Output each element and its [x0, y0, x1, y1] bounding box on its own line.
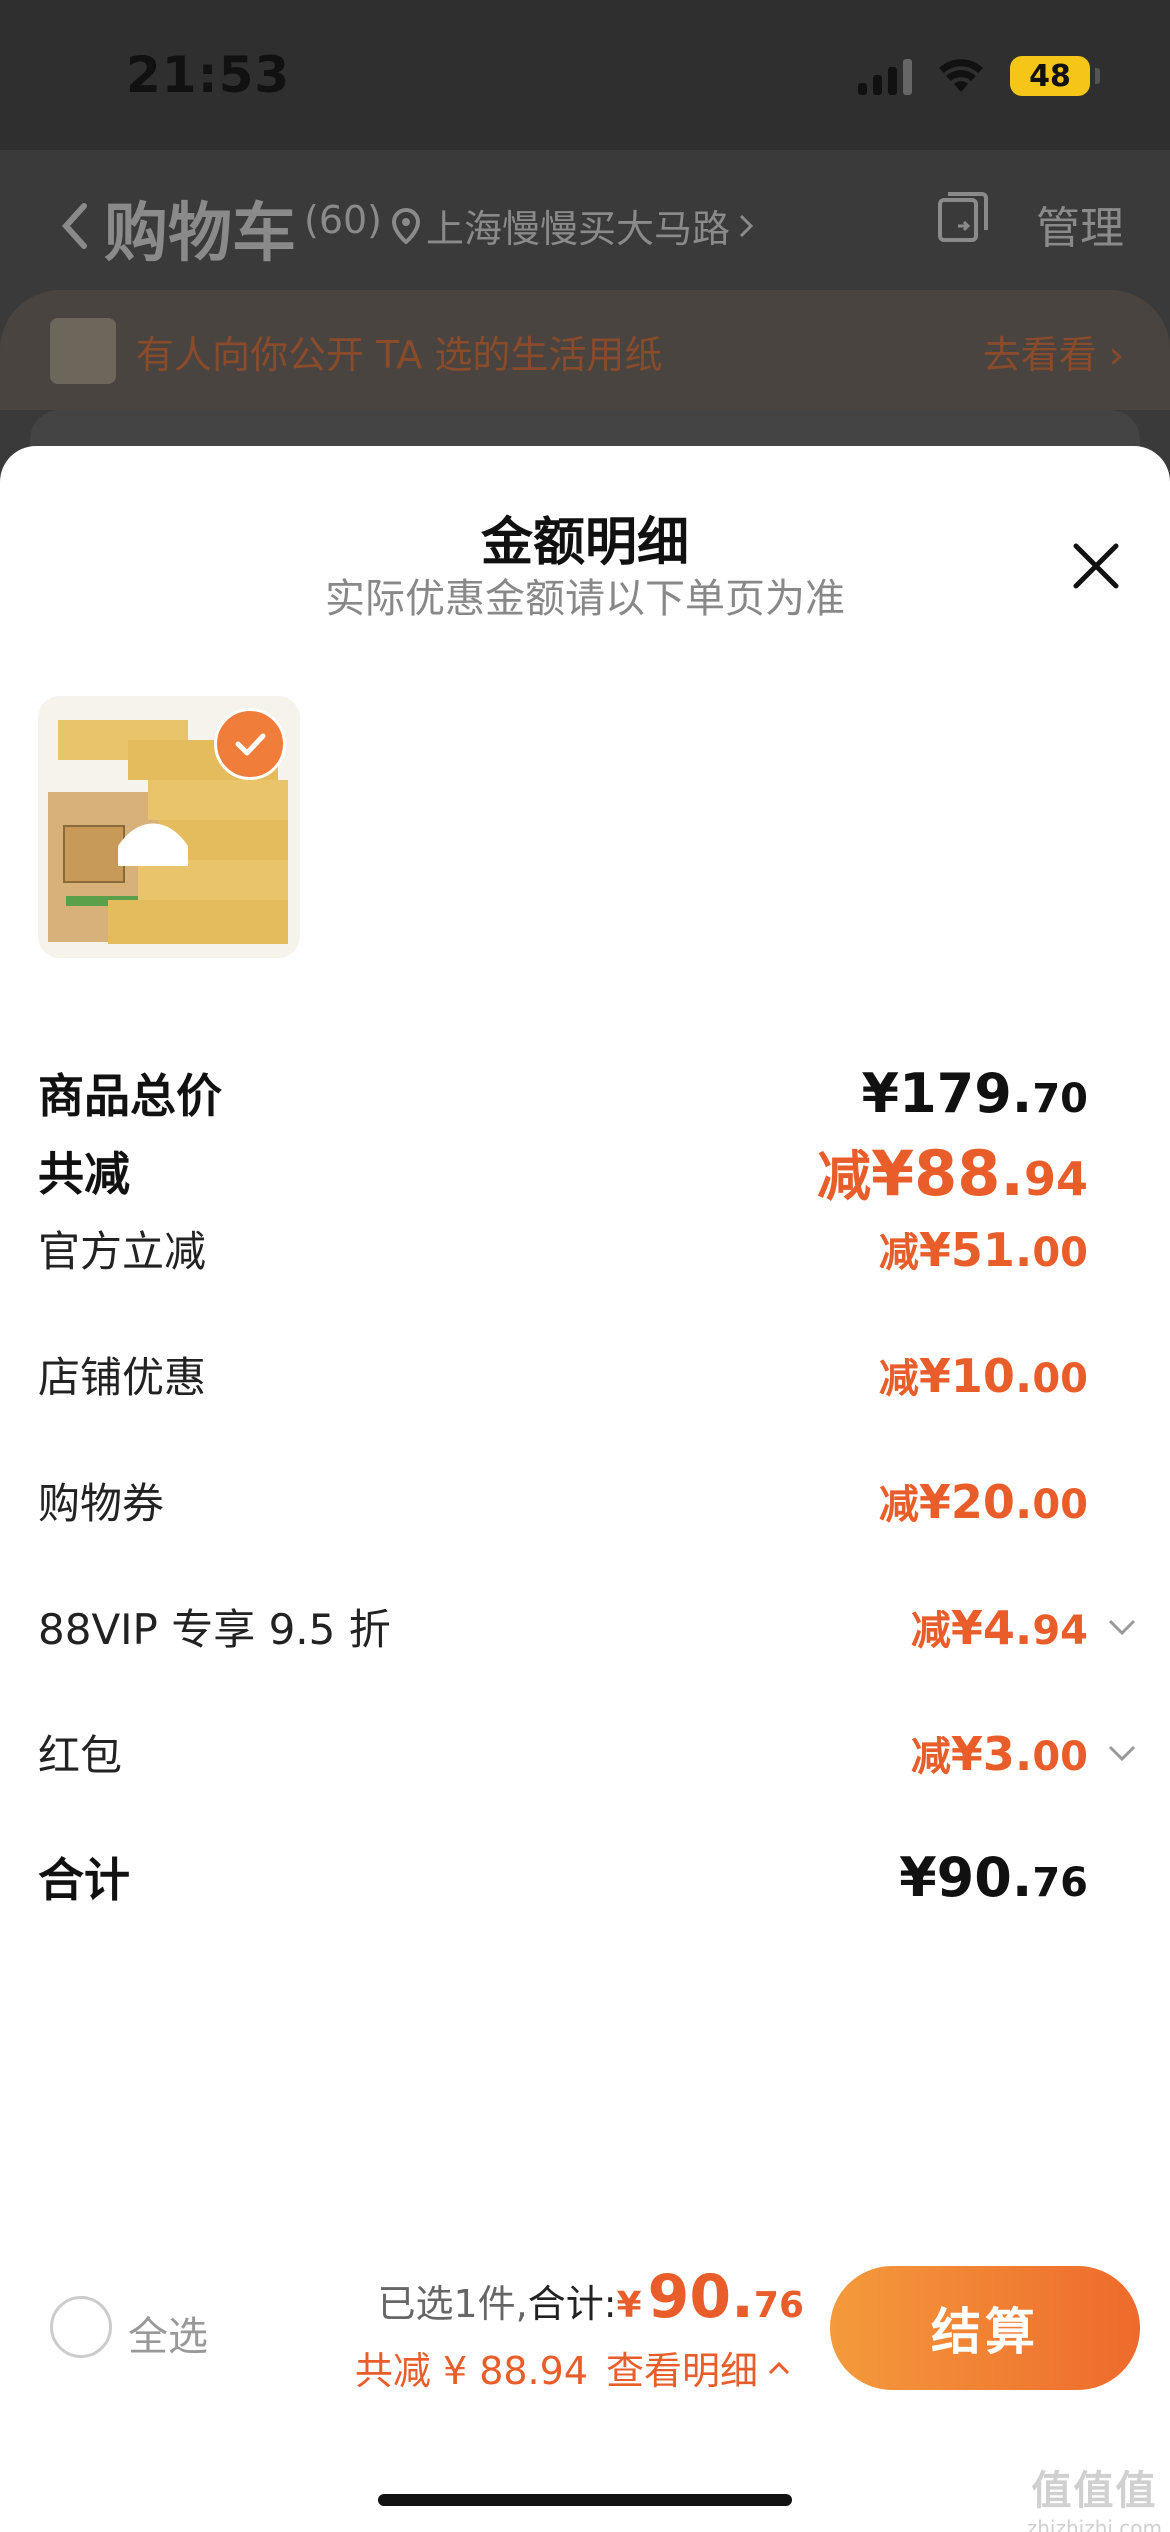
discount-summary[interactable]: 共减 ¥ 88.94 查看明细	[355, 2340, 792, 2395]
row-label: 88VIP 专享 9.5 折	[38, 1605, 391, 1654]
status-bar: 21:53 48	[0, 0, 1170, 150]
cart-header: 购物车 (60) 上海慢慢买大马路 管理	[0, 150, 1170, 300]
row-value: ¥90. 76	[899, 1845, 1088, 1909]
row-subtotal: 商品总价 ¥179. 70	[38, 1060, 1138, 1126]
select-all-radio[interactable]	[50, 2296, 112, 2358]
row-red-packet[interactable]: 红包 减 ¥3. 00	[38, 1722, 1138, 1783]
row-official-discount: 官方立减 减 ¥51. 00	[38, 1218, 1138, 1279]
sheet-subtitle: 实际优惠金额请以下单页为准	[325, 576, 845, 622]
row-label: 店铺优惠	[38, 1353, 207, 1402]
chevron-down-icon[interactable]	[1106, 1737, 1138, 1769]
sheet-title: 金额明细	[480, 513, 689, 573]
view-detail-link[interactable]: 查看明细	[606, 2340, 758, 2395]
battery-icon: 48	[1010, 56, 1100, 96]
promo-thumbnail	[50, 318, 116, 384]
row-label: 共减	[38, 1147, 130, 1201]
row-label: 官方立减	[38, 1227, 207, 1276]
signal-icon	[858, 57, 912, 95]
row-label: 合计	[38, 1853, 130, 1907]
row-value: 减 ¥10. 00	[878, 1348, 1088, 1403]
row-value: 减 ¥3. 00	[910, 1726, 1088, 1781]
wifi-icon	[939, 59, 983, 92]
row-value: 减 ¥20. 00	[878, 1474, 1088, 1529]
row-total: 合计 ¥90. 76	[38, 1844, 1138, 1910]
promo-link[interactable]: 去看看 ›	[983, 324, 1124, 379]
row-label: 购物券	[38, 1479, 165, 1528]
location-text: 上海慢慢买大马路	[426, 207, 731, 251]
select-all-label[interactable]: 全选	[128, 2304, 208, 2362]
row-total-discount: 共减 减 ¥88. 94	[38, 1137, 1138, 1210]
total-amount: ¥90. 76	[616, 2262, 804, 2332]
chevron-left-icon[interactable]	[56, 198, 92, 268]
manage-button[interactable]: 管理	[1036, 192, 1124, 256]
row-store-discount: 店铺优惠 减 ¥10. 00	[38, 1344, 1138, 1405]
watermark: 值值值 zhizhizhi.com	[1026, 2468, 1162, 2532]
amount-detail-sheet: 金额明细 实际优惠金额请以下单页为准 商品总价 ¥179. 70 共减 减 ¥8…	[0, 446, 1170, 2532]
row-value: 减 ¥51. 00	[878, 1222, 1088, 1277]
row-label: 红包	[38, 1731, 123, 1780]
status-time: 21:53	[126, 46, 291, 104]
row-value: 减 ¥88. 94	[817, 1136, 1088, 1210]
row-88vip[interactable]: 88VIP 专享 9.5 折 减 ¥4. 94	[38, 1596, 1138, 1657]
row-label: 商品总价	[38, 1069, 222, 1123]
multi-select-icon[interactable]	[934, 190, 990, 246]
chevron-up-icon[interactable]	[766, 2358, 792, 2378]
promo-text: 有人向你公开 TA 选的生活用纸	[136, 333, 663, 377]
chevron-down-icon[interactable]	[1106, 1611, 1138, 1643]
location-selector[interactable]: 上海慢慢买大马路	[392, 198, 756, 253]
discount-text: 共减 ¥ 88.94	[354, 2349, 588, 2393]
close-icon[interactable]	[1066, 536, 1126, 596]
row-coupon: 购物券 减 ¥20. 00	[38, 1470, 1138, 1531]
page-title: 购物车	[104, 197, 296, 271]
selected-count: 已选1件,	[377, 2282, 528, 2326]
total-label: 合计:	[527, 2282, 617, 2326]
promo-banner[interactable]: 有人向你公开 TA 选的生活用纸 去看看 ›	[0, 290, 1170, 410]
cart-count: (60)	[304, 198, 383, 242]
row-value: 减 ¥4. 94	[910, 1600, 1088, 1655]
home-indicator[interactable]	[378, 2494, 792, 2506]
row-value: ¥179. 70	[861, 1061, 1088, 1125]
selected-check-icon[interactable]	[214, 708, 286, 780]
status-icons: 48	[858, 56, 1100, 96]
location-pin-icon	[392, 207, 420, 244]
chevron-right-icon	[739, 214, 754, 237]
selected-summary: 已选1件, 合计: ¥90. 76	[377, 2262, 804, 2332]
checkout-button[interactable]: 结算	[830, 2266, 1140, 2390]
